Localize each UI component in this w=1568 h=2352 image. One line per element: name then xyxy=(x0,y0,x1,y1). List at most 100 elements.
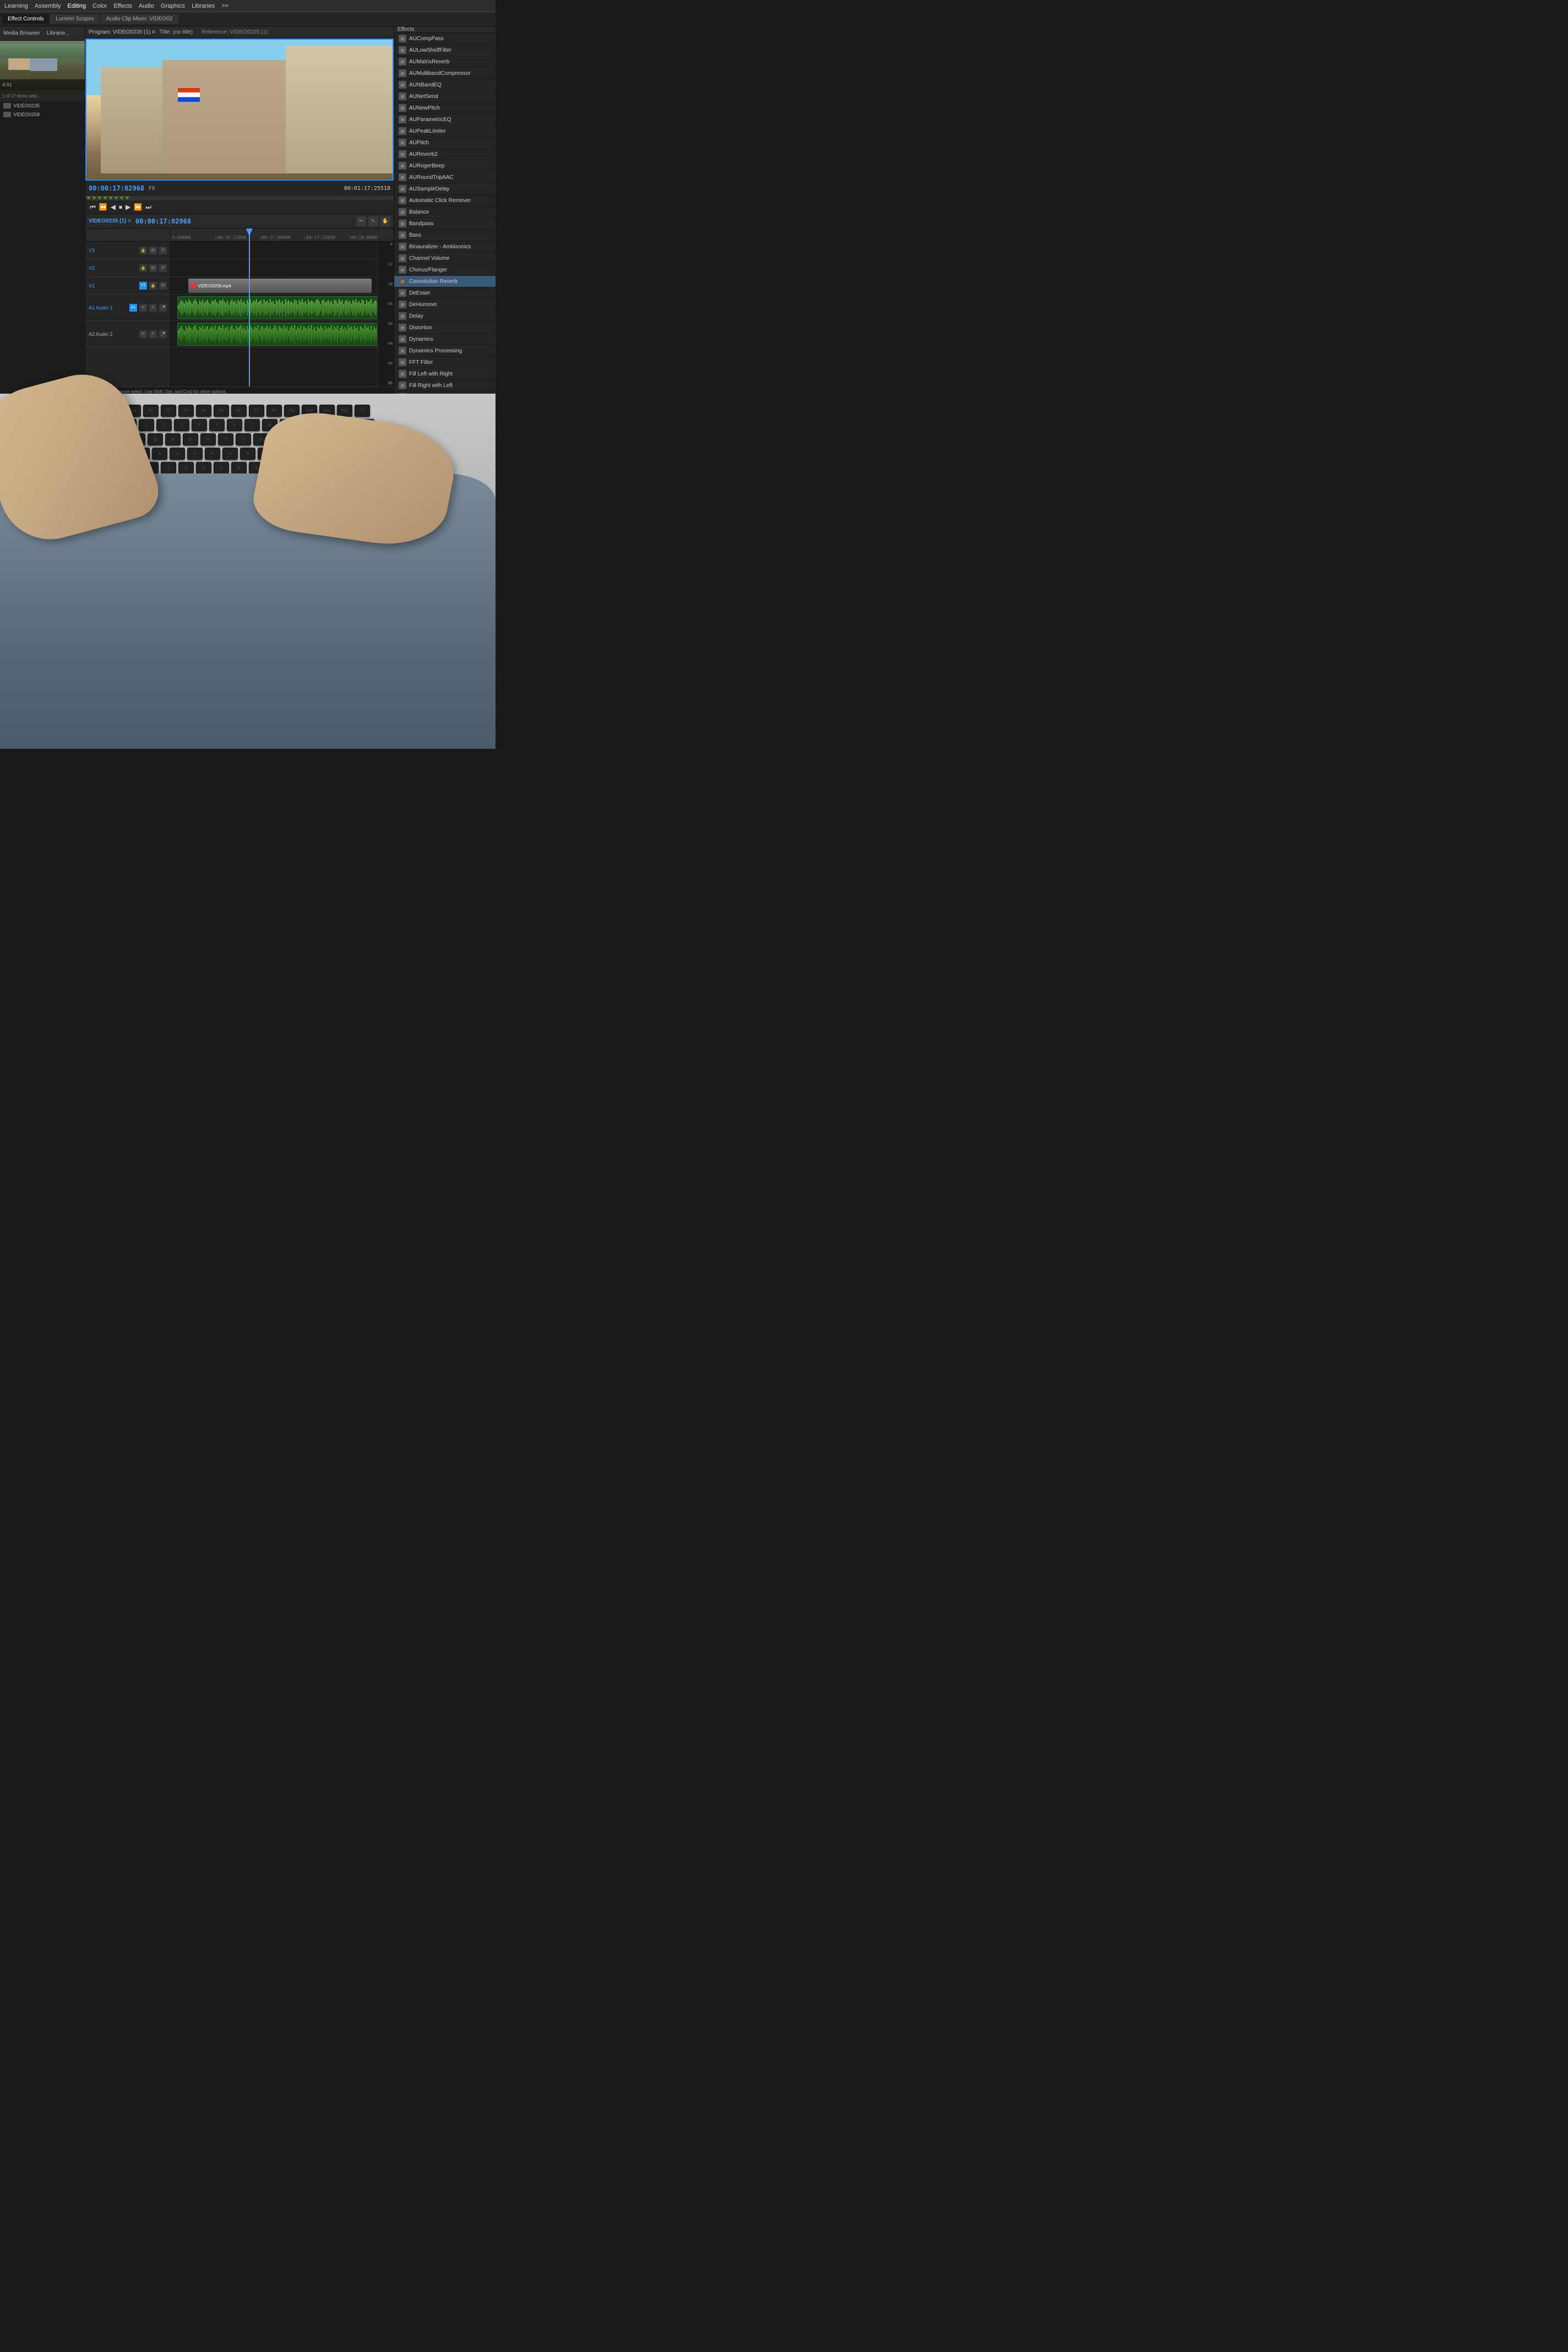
effect-distortion[interactable]: ⊞ Distortion xyxy=(394,322,496,334)
track-lock-v3[interactable]: 🔒 xyxy=(139,247,147,254)
effect-auroundtripaac[interactable]: ⊞ AURoundTripAAC xyxy=(394,172,496,183)
key-r[interactable]: R xyxy=(200,433,216,445)
key-f3[interactable]: F3 xyxy=(178,405,194,417)
btn-step-back[interactable]: ⏪ xyxy=(99,203,107,211)
effect-balance[interactable]: ⊞ Balance xyxy=(394,206,496,218)
menu-more[interactable]: >> xyxy=(221,3,228,9)
effect-aurogerbeep[interactable]: ⊞ AURogerBeep xyxy=(394,160,496,172)
key-f12[interactable]: F12 xyxy=(337,405,352,417)
effect-autoclickremover[interactable]: ⊞ Automatic Click Remover xyxy=(394,195,496,206)
media-thumbnail[interactable]: 4:01 xyxy=(0,41,85,90)
effect-chorusflanger[interactable]: ⊞ Chorus/Flanger xyxy=(394,264,496,276)
key-2[interactable]: 2 xyxy=(156,419,172,431)
tab-audio-mixer[interactable]: Audio Clip Mixer: VIDEO02 xyxy=(101,14,178,24)
tool-select[interactable]: ↖ xyxy=(368,216,378,226)
timeline-ruler[interactable]: 5:00000 00:16:22050 00:17:00000 00:17:22… xyxy=(171,228,394,242)
key-d[interactable]: D xyxy=(187,448,203,460)
key-f5[interactable]: F5 xyxy=(214,405,229,417)
tool-hand[interactable]: ✋ xyxy=(380,216,390,226)
track-mute-v3[interactable]: M xyxy=(159,247,167,254)
track-solo-a1[interactable]: S xyxy=(149,304,157,312)
effect-aulowshelf[interactable]: ⊞ AULowShelfFilter xyxy=(394,45,496,56)
key-g[interactable]: G xyxy=(222,448,238,460)
menu-color[interactable]: Color xyxy=(92,3,107,9)
track-mute-a2[interactable]: M xyxy=(139,330,147,338)
effect-aupeaklimiter[interactable]: ⊞ AUPeakLimiter xyxy=(394,126,496,137)
menu-graphics[interactable]: Graphics xyxy=(161,3,185,9)
track-lock-v1[interactable]: 🔒 xyxy=(149,282,157,290)
menu-audio[interactable]: Audio xyxy=(139,3,154,9)
track-solo-a2[interactable]: S xyxy=(149,330,157,338)
key-power[interactable]: ⏻ xyxy=(355,405,370,417)
effect-bandpass[interactable]: ⊞ Bandpass xyxy=(394,218,496,230)
key-6[interactable]: 6 xyxy=(227,419,242,431)
effect-aucomppass[interactable]: ⊞ AUCompPass xyxy=(394,33,496,45)
menu-editing[interactable]: Editing xyxy=(68,3,86,9)
key-y[interactable]: Y xyxy=(236,433,251,445)
effect-dehummer[interactable]: ⊞ DeHummer xyxy=(394,299,496,311)
effect-aureverb2[interactable]: ⊞ AUReverb2 xyxy=(394,149,496,160)
key-5[interactable]: 5 xyxy=(209,419,225,431)
effect-aunewpitch[interactable]: ⊞ AUNewPitch xyxy=(394,102,496,114)
track-mute-v2[interactable]: M xyxy=(159,264,167,272)
tab-effect-controls[interactable]: Effect Controls xyxy=(2,14,49,24)
key-z[interactable]: Z xyxy=(161,462,176,474)
btn-play[interactable]: ▶ xyxy=(126,203,130,211)
key-v[interactable]: V xyxy=(214,462,229,474)
media-item-1[interactable]: VIDEO0235 xyxy=(0,101,85,110)
track-mic-a2[interactable]: 🎤 xyxy=(159,330,167,338)
effect-aunetsend[interactable]: ⊞ AUNetSend xyxy=(394,91,496,102)
track-target-v1[interactable]: V1 xyxy=(139,282,147,290)
menu-effects[interactable]: Effects xyxy=(113,3,132,9)
effect-auparametriceq[interactable]: ⊞ AUParametricEQ xyxy=(394,114,496,126)
effect-fillleft[interactable]: ⊞ Fill Left with Right xyxy=(394,368,496,380)
track-lock-v2[interactable]: 🔒 xyxy=(139,264,147,272)
track-mute-a1[interactable]: M xyxy=(139,304,147,312)
key-f7[interactable]: F7 xyxy=(249,405,264,417)
track-target-a1[interactable]: A1 xyxy=(129,304,137,312)
key-a[interactable]: A xyxy=(152,448,167,460)
progress-row[interactable] xyxy=(85,196,394,200)
effect-dynamics[interactable]: ⊞ Dynamics xyxy=(394,334,496,345)
video-clip[interactable]: VIDEO0258.mp4 xyxy=(188,279,371,293)
key-f1[interactable]: F1 xyxy=(143,405,159,417)
effect-convolutionreverb[interactable]: ⊞ Convolution Reverb xyxy=(394,276,496,287)
effect-ausampledelay[interactable]: ⊞ AUSampleDelay xyxy=(394,183,496,195)
key-e[interactable]: E xyxy=(183,433,198,445)
effect-bass[interactable]: ⊞ Bass xyxy=(394,230,496,241)
key-7[interactable]: 7 xyxy=(244,419,260,431)
menu-libraries[interactable]: Libraries xyxy=(192,3,215,9)
effect-aupitch[interactable]: ⊞ AUPitch xyxy=(394,137,496,149)
key-s[interactable]: S xyxy=(170,448,185,460)
effect-deesser[interactable]: ⊞ DeEsser xyxy=(394,287,496,299)
key-w[interactable]: W xyxy=(165,433,181,445)
key-4[interactable]: 4 xyxy=(192,419,207,431)
btn-stop[interactable]: ⏹ xyxy=(119,203,122,211)
key-f6[interactable]: F6 xyxy=(231,405,247,417)
key-h[interactable]: H xyxy=(240,448,255,460)
effect-dynamicsprocessing[interactable]: ⊞ Dynamics Processing xyxy=(394,345,496,357)
btn-go-end[interactable]: ⏭ xyxy=(145,203,151,211)
effect-binauralizer[interactable]: ⊞ Binauralizer - Ambisonics xyxy=(394,241,496,253)
key-1[interactable]: 1 xyxy=(139,419,154,431)
effect-aunbandeq[interactable]: ⊞ AUNBandEQ xyxy=(394,79,496,91)
track-mic-a1[interactable]: 🎤 xyxy=(159,304,167,312)
effect-aumatrixreverb[interactable]: ⊞ AUMatrixReverb xyxy=(394,56,496,68)
key-c[interactable]: C xyxy=(196,462,211,474)
key-f8[interactable]: F8 xyxy=(266,405,282,417)
track-eye-v2[interactable]: 👁 xyxy=(149,264,157,272)
key-x[interactable]: X xyxy=(178,462,194,474)
key-f[interactable]: F xyxy=(205,448,220,460)
track-eye-v3[interactable]: 👁 xyxy=(149,247,157,254)
btn-go-start[interactable]: ⏮ xyxy=(90,203,96,211)
effect-fillright[interactable]: ⊞ Fill Right with Left xyxy=(394,380,496,391)
key-f2[interactable]: F2 xyxy=(161,405,176,417)
menu-assembly[interactable]: Assembly xyxy=(35,3,61,9)
key-3[interactable]: 3 xyxy=(174,419,189,431)
tab-lumetri[interactable]: Lumetri Scopes xyxy=(50,14,99,24)
effect-channelvolume[interactable]: ⊞ Channel Volume xyxy=(394,253,496,264)
tool-razor[interactable]: ✂ xyxy=(356,216,366,226)
key-f4[interactable]: F4 xyxy=(196,405,211,417)
effect-aumultiband[interactable]: ⊞ AUMultibandCompressor xyxy=(394,68,496,79)
audio-clip-a2[interactable] xyxy=(177,323,383,346)
